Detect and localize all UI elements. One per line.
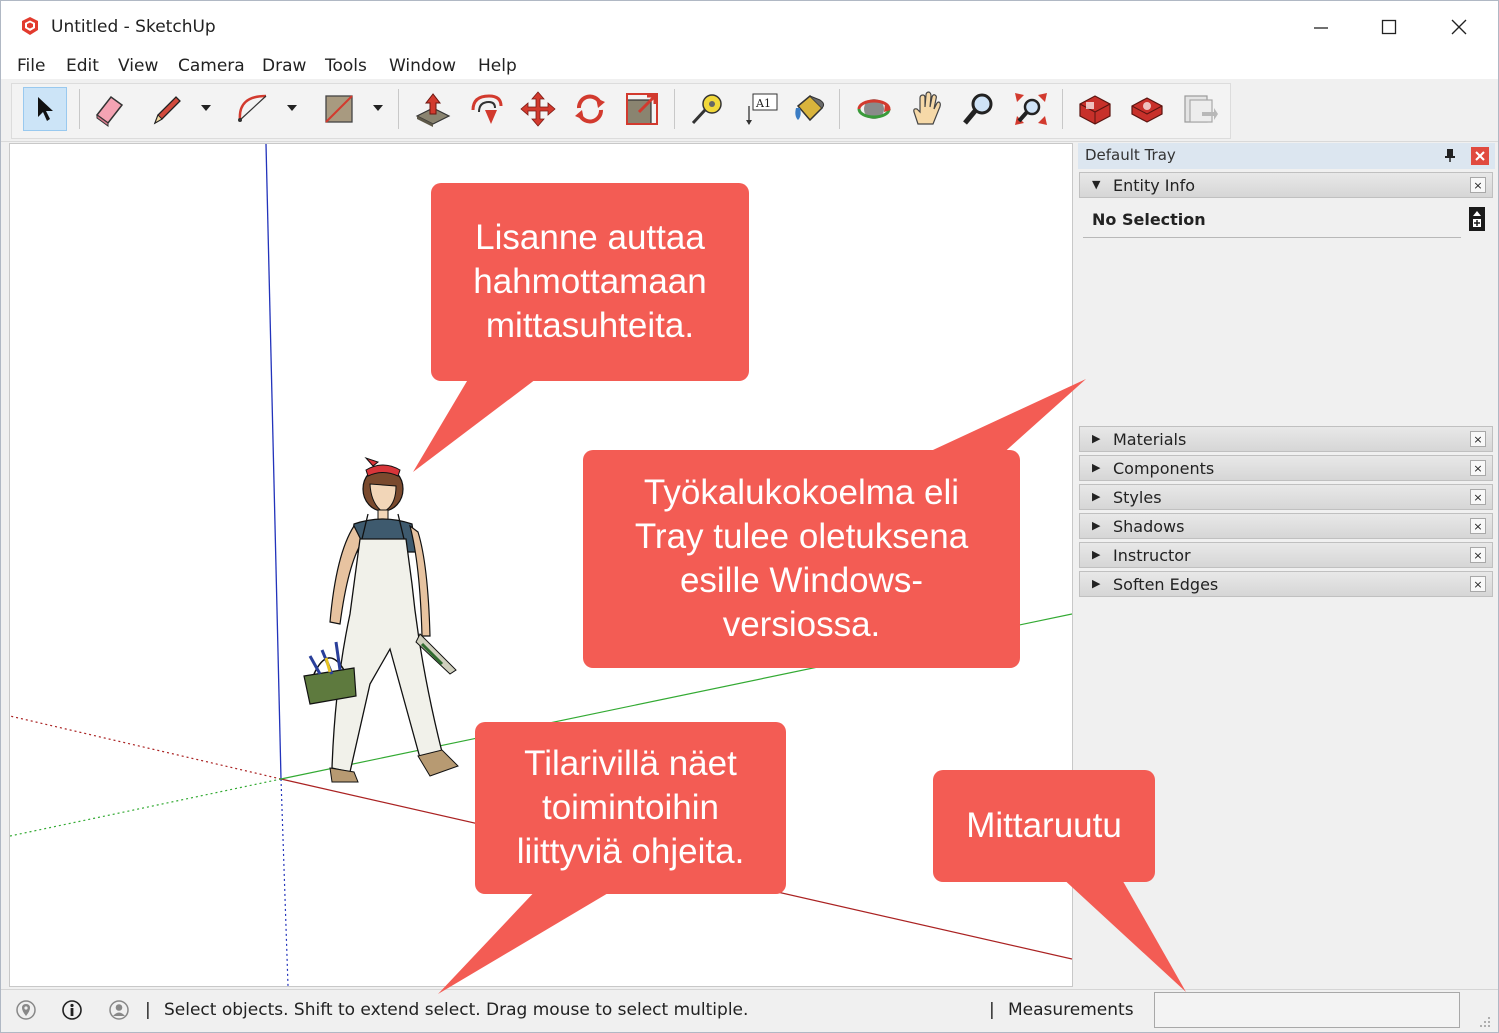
callout-statusbar: Tilarivillä näet toimintoihin liittyviä … — [475, 722, 786, 894]
callout-person: Lisanne auttaa hahmottamaan mittasuhteit… — [431, 183, 749, 381]
callout-tail-tray — [920, 379, 1086, 456]
callout-tail-statusbar — [438, 886, 620, 994]
callout-tail-person — [413, 376, 540, 472]
callout-line: toimintoihin — [541, 788, 720, 827]
callout-line: hahmottamaan — [473, 262, 707, 301]
callout-line: versiossa. — [722, 605, 881, 644]
callout-tail-measurements — [1060, 876, 1186, 992]
callout-line: esille Windows- — [679, 561, 924, 600]
callout-line: mittasuhteita. — [485, 306, 695, 345]
callout-line: Lisanne auttaa — [475, 218, 705, 257]
callout-line: Tilarivillä näet — [524, 744, 737, 783]
callout-line: Mittaruutu — [966, 806, 1122, 845]
callout-line: Työkalukokoelma eli — [643, 473, 960, 512]
callout-measurements: Mittaruutu — [933, 770, 1155, 882]
callout-line: liittyviä ohjeita. — [516, 832, 745, 871]
callout-line: Tray tulee oletuksena — [634, 517, 969, 556]
callout-tray: Työkalukokoelma eli Tray tulee oletuksen… — [583, 450, 1020, 668]
